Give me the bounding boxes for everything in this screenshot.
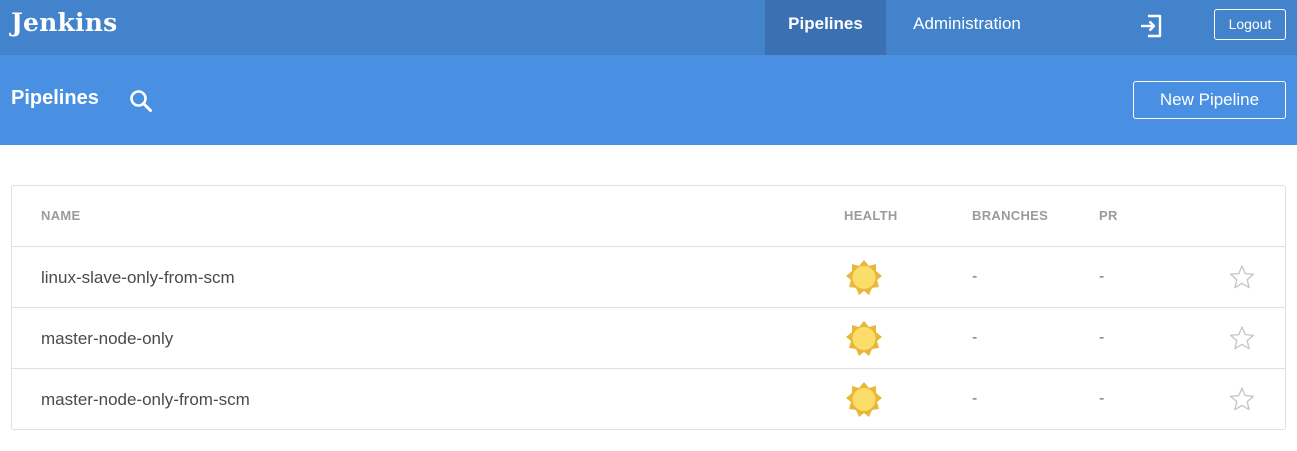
star-icon[interactable]: [1229, 264, 1255, 290]
star-icon[interactable]: [1229, 325, 1255, 351]
column-header-health[interactable]: HEALTH: [844, 208, 898, 223]
pr-value: -: [1099, 329, 1105, 346]
logout-button[interactable]: Logout: [1214, 9, 1286, 40]
column-header-branches[interactable]: BRANCHES: [972, 208, 1048, 223]
pipeline-name[interactable]: master-node-only-from-scm: [41, 390, 250, 410]
pr-value: -: [1099, 268, 1105, 285]
table-row[interactable]: master-node-only-from-scm - -: [12, 369, 1285, 430]
table-row[interactable]: linux-slave-only-from-scm - -: [12, 247, 1285, 308]
branches-value: -: [972, 268, 978, 285]
tab-administration[interactable]: Administration: [886, 0, 1048, 55]
page-title: Pipelines: [11, 87, 99, 109]
sunny-icon: [846, 260, 882, 295]
sunny-icon: [846, 382, 882, 417]
branches-value: -: [972, 329, 978, 346]
tab-pipelines[interactable]: Pipelines: [765, 0, 886, 55]
jenkins-logo[interactable]: Jenkins: [11, 8, 117, 37]
page-header: Pipelines New Pipeline: [0, 55, 1297, 145]
star-icon[interactable]: [1229, 386, 1255, 412]
sunny-icon: [846, 321, 882, 356]
table-header: NAME HEALTH BRANCHES PR: [12, 186, 1285, 247]
top-navbar: Jenkins Pipelines Administration Logout: [0, 0, 1297, 55]
branches-value: -: [972, 390, 978, 407]
search-icon[interactable]: [128, 88, 154, 114]
pipeline-name[interactable]: master-node-only: [41, 329, 173, 349]
pipeline-name[interactable]: linux-slave-only-from-scm: [41, 268, 235, 288]
table-row[interactable]: master-node-only - -: [12, 308, 1285, 369]
new-pipeline-button[interactable]: New Pipeline: [1133, 81, 1286, 119]
column-header-name[interactable]: NAME: [41, 208, 80, 223]
login-icon[interactable]: [1138, 13, 1164, 39]
pipelines-table: NAME HEALTH BRANCHES PR linux-slave-only…: [11, 185, 1286, 430]
pr-value: -: [1099, 390, 1105, 407]
column-header-pr[interactable]: PR: [1099, 208, 1118, 223]
